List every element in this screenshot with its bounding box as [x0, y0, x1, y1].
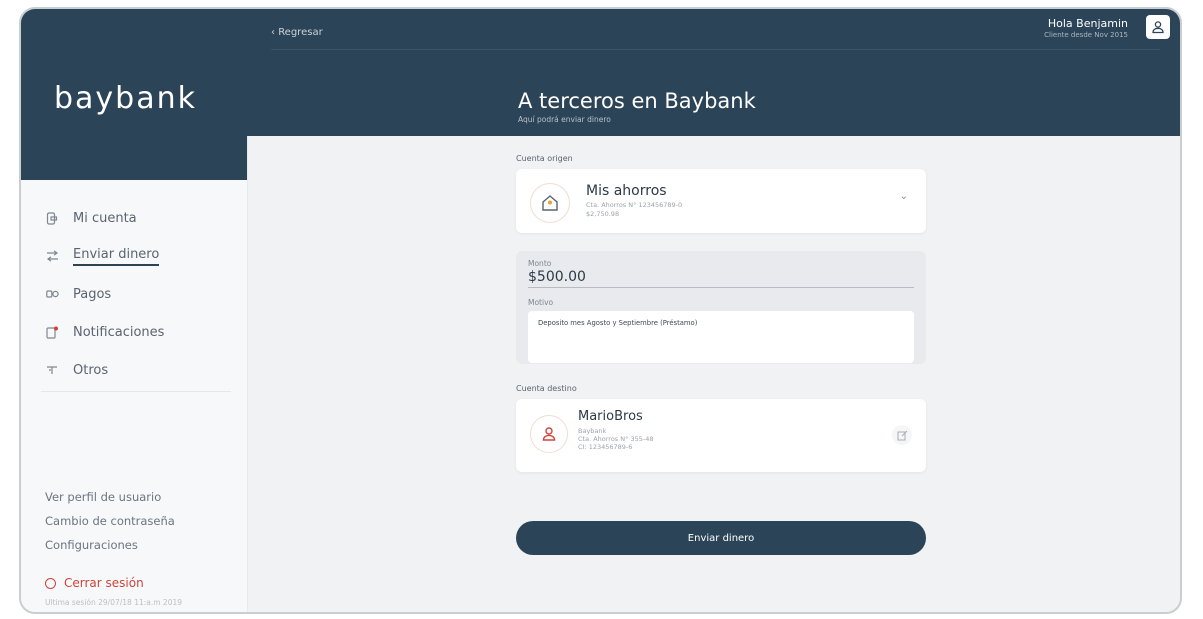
settings-link[interactable]: Configuraciones [45, 533, 175, 557]
origin-account-avatar [530, 183, 570, 223]
baybank-logo: baybank [54, 81, 197, 116]
amount-label: Monto [528, 259, 552, 268]
last-session-text: Ultima sesión 29/07/18 11:a.m 2019 [45, 598, 183, 607]
sidebar-item-pagos[interactable]: Pagos [45, 275, 230, 313]
destination-bank: Baybank [578, 427, 607, 435]
other-icon [45, 363, 59, 377]
sidebar-divider [41, 391, 231, 392]
app-frame: baybank Mi cuenta Enviar dinero Pagos No… [19, 7, 1182, 614]
sidebar-item-otros[interactable]: Otros [45, 351, 230, 389]
reason-textarea[interactable]: Deposito mes Agosto y Septiembre (Présta… [528, 311, 914, 363]
transfer-icon [45, 249, 59, 263]
header-divider [271, 49, 1160, 50]
user-greeting: Hola Benjamin Cliente desde Nov 2015 [1044, 17, 1128, 39]
person-icon [542, 427, 556, 441]
chevron-down-icon[interactable]: ⌄ [900, 191, 908, 202]
origin-account-select[interactable]: Mis ahorros Cta. Ahorros N° 123456789-0 … [516, 169, 926, 233]
sidebar-item-enviar-dinero[interactable]: Enviar dinero [45, 237, 230, 275]
send-money-button[interactable]: Enviar dinero [516, 521, 926, 555]
sidebar-links: Ver perfil de usuario Cambio de contrase… [45, 485, 175, 557]
wallet-icon [45, 211, 59, 225]
destination-name: MarioBros [578, 409, 643, 424]
sidebar-item-mi-cuenta[interactable]: Mi cuenta [45, 199, 230, 237]
destination-ci: CI: 123456789-6 [578, 443, 633, 451]
amount-input[interactable]: $500.00 [528, 269, 914, 288]
greeting-text: Hola Benjamin [1047, 17, 1128, 30]
sidebar-item-label: Pagos [73, 286, 112, 302]
client-since-text: Cliente desde Nov 2015 [1044, 31, 1128, 39]
amount-reason-box: Monto $500.00 Motivo Deposito mes Agosto… [516, 251, 926, 364]
back-label: Regresar [278, 27, 323, 38]
origin-account-balance: $2,750.98 [586, 210, 620, 218]
sidebar-nav: Mi cuenta Enviar dinero Pagos Notificaci… [45, 199, 230, 389]
destination-section: Cuenta destino MarioBros Baybank Cta. Ah… [516, 384, 926, 472]
change-password-link[interactable]: Cambio de contraseña [45, 509, 175, 533]
origin-account-name: Mis ahorros [586, 183, 667, 199]
top-header: ‹ Regresar Hola Benjamin Cliente desde N… [247, 9, 1180, 136]
bell-icon [45, 325, 59, 339]
destination-account-card[interactable]: MarioBros Baybank Cta. Ahorros N° 355-48… [516, 399, 926, 472]
sidebar-item-label: Enviar dinero [73, 247, 160, 266]
power-icon [45, 577, 56, 589]
logout-button[interactable]: Cerrar sesión [45, 576, 144, 590]
sidebar-item-notificaciones[interactable]: Notificaciones [45, 313, 230, 351]
origin-account-detail: Cta. Ahorros N° 123456789-0 $2,750.98 [586, 201, 682, 219]
sidebar: baybank Mi cuenta Enviar dinero Pagos No… [21, 9, 248, 612]
page-title: A terceros en Baybank [518, 89, 756, 113]
payments-icon [45, 287, 59, 301]
sidebar-item-label: Otros [73, 362, 109, 378]
destination-avatar [530, 415, 568, 453]
profile-link[interactable]: Ver perfil de usuario [45, 485, 175, 509]
user-icon [1152, 21, 1164, 34]
origin-account-number: Cta. Ahorros N° 123456789-0 [586, 201, 683, 209]
destination-account-label: Cuenta destino [516, 384, 577, 393]
edit-destination-button[interactable] [892, 425, 912, 445]
edit-icon [897, 430, 907, 440]
back-link[interactable]: ‹ Regresar [271, 27, 323, 38]
sidebar-item-label: Mi cuenta [73, 210, 137, 226]
house-icon [542, 195, 558, 211]
sidebar-header: baybank [21, 9, 247, 180]
destination-detail: Baybank Cta. Ahorros N° 355-48 CI: 12345… [578, 427, 653, 451]
sidebar-item-label: Notificaciones [73, 324, 165, 340]
user-avatar-button[interactable] [1146, 15, 1170, 39]
transfer-form: Cuenta origen Mis ahorros Cta. Ahorros N… [516, 154, 926, 472]
reason-label: Motivo [528, 298, 554, 307]
origin-account-label: Cuenta origen [516, 154, 573, 163]
logout-label: Cerrar sesión [64, 576, 144, 590]
destination-account-number: Cta. Ahorros N° 355-48 [578, 435, 654, 443]
page-subtitle: Aquí podrá enviar dinero [518, 115, 611, 124]
